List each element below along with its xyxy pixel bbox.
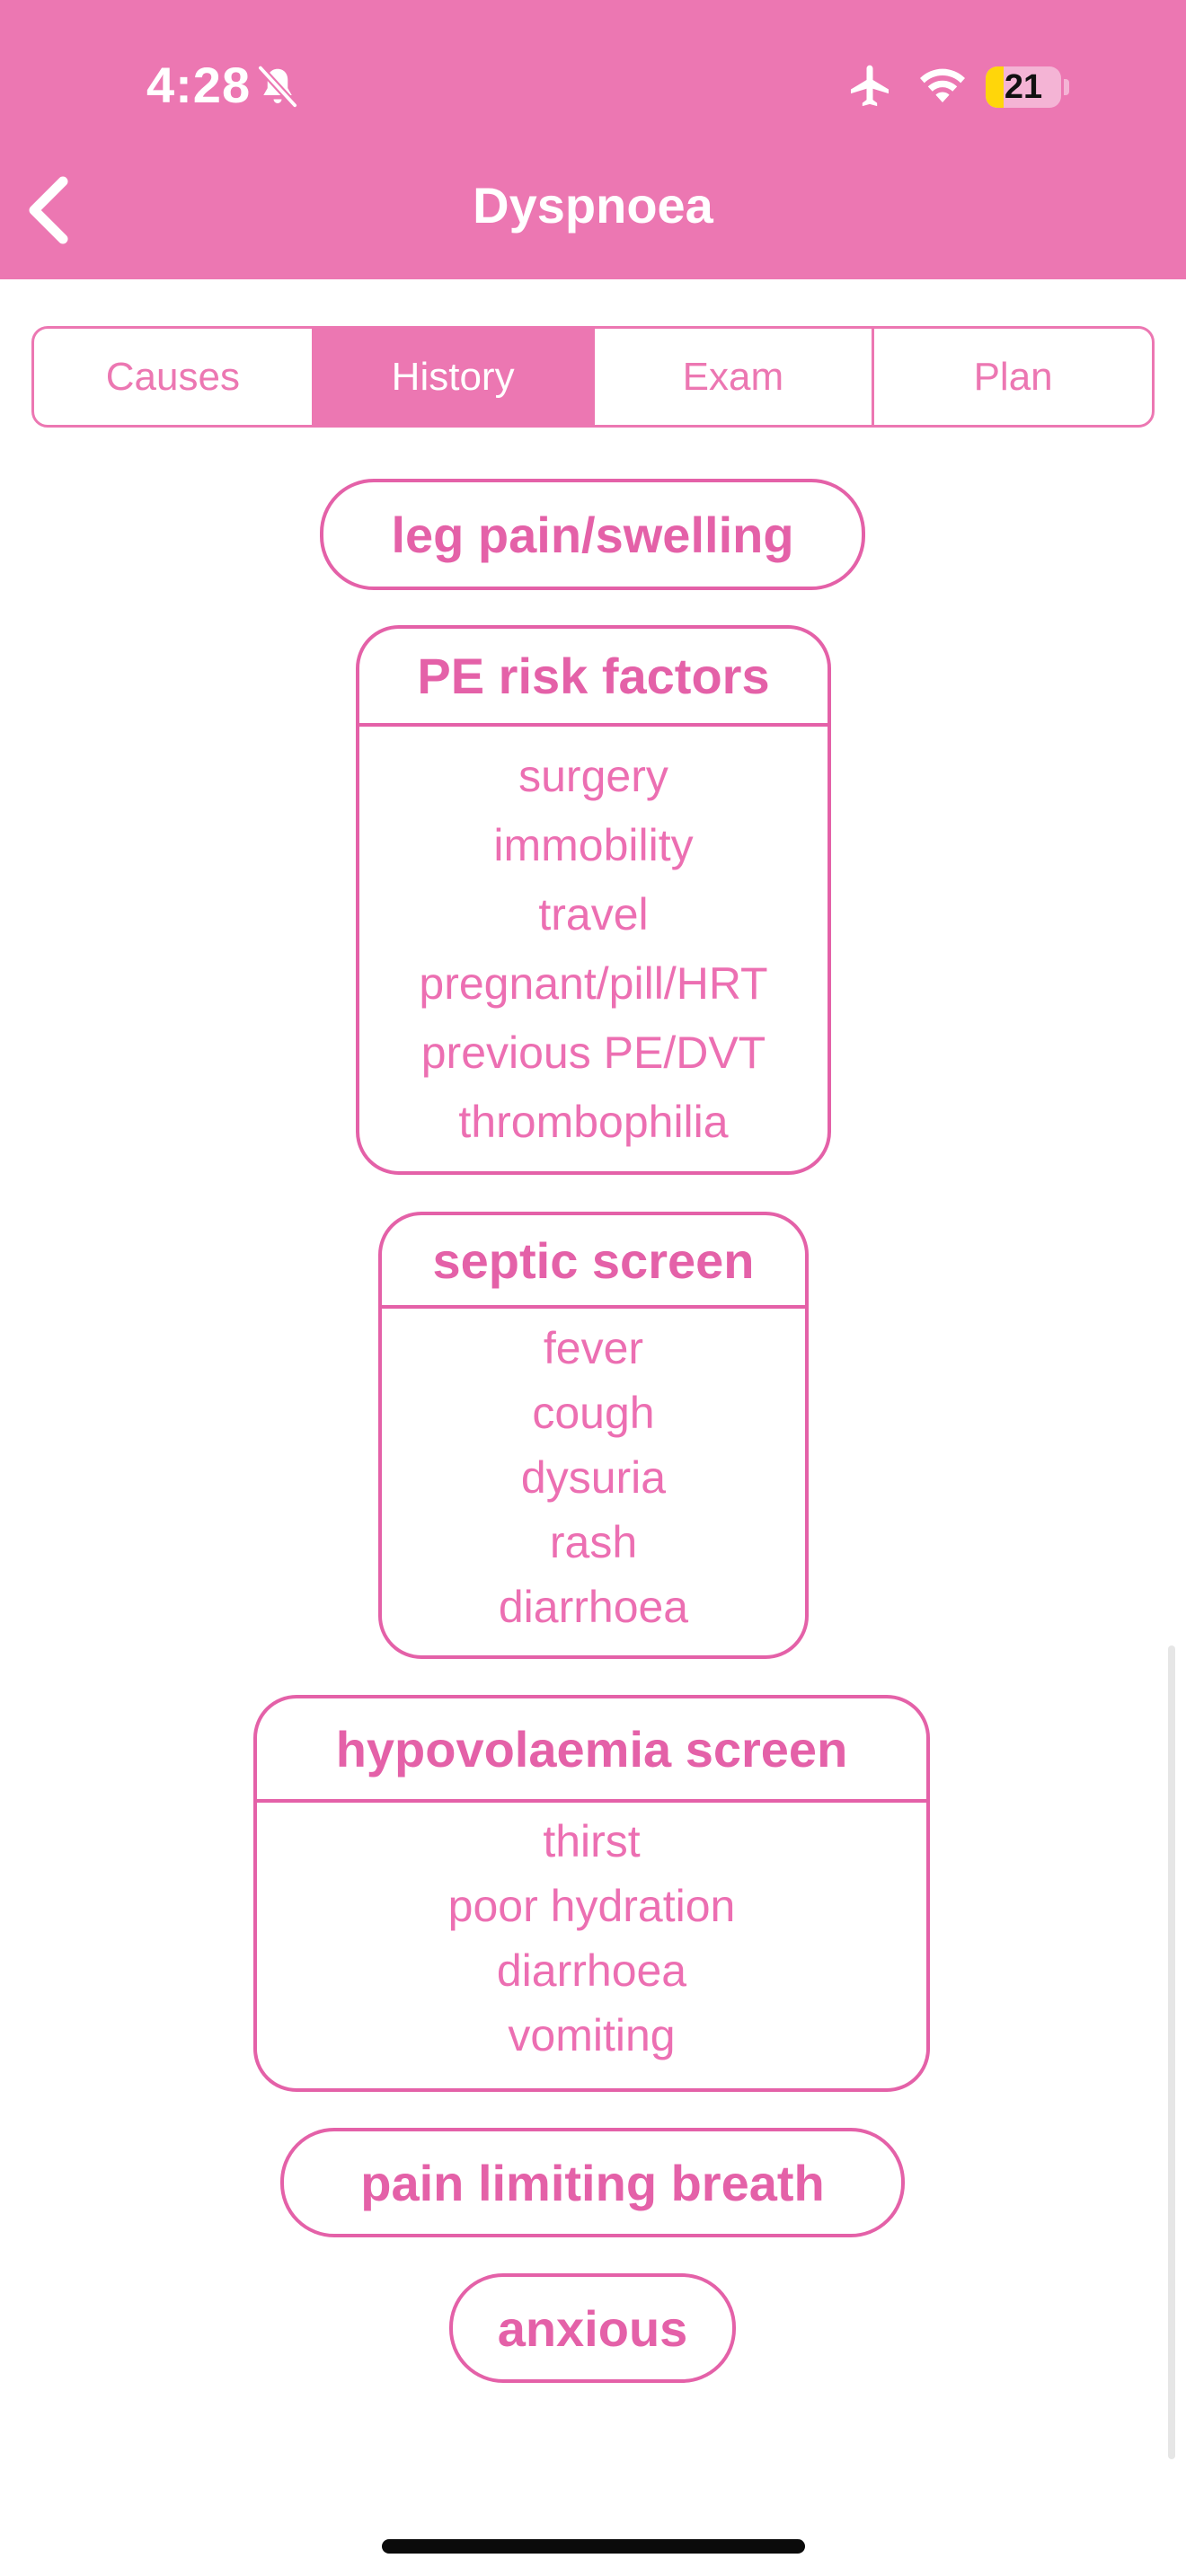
page-title: Dyspnoea (473, 177, 713, 234)
wifi-icon (920, 68, 965, 102)
anxious-pill: anxious (449, 2273, 736, 2383)
pain-limiting-breath-pill: pain limiting breath (280, 2128, 905, 2237)
tab-exam[interactable]: Exam (595, 329, 875, 425)
hypovolaemia-screen-card: hypovolaemia screen thirst poor hydratio… (253, 1695, 930, 2092)
scrollbar[interactable] (1168, 1645, 1175, 2459)
list-item: thirst (543, 1816, 641, 1866)
list-item: pregnant/pill/HRT (419, 958, 768, 1009)
tab-plan[interactable]: Plan (874, 329, 1152, 425)
airplane-icon (851, 65, 889, 107)
home-indicator[interactable] (382, 2539, 805, 2554)
leg-pain-pill: leg pain/swelling (320, 479, 865, 590)
battery-indicator: 21 (986, 66, 1061, 108)
status-time: 4:28 (146, 57, 252, 113)
pe-risk-title: PE risk factors (359, 629, 828, 727)
list-item: vomiting (508, 2010, 676, 2060)
list-item: dysuria (520, 1452, 667, 1503)
list-item: thrombophilia (458, 1097, 729, 1147)
pe-risk-card: PE risk factors surgery immobility trave… (356, 625, 831, 1175)
list-item: cough (532, 1388, 655, 1438)
segmented-tabs: Causes History Exam Plan (31, 326, 1155, 428)
list-item: diarrhoea (496, 1945, 687, 1996)
tab-history[interactable]: History (314, 329, 595, 425)
list-item: fever (543, 1323, 644, 1373)
list-item: rash (549, 1517, 638, 1567)
septic-screen-title: septic screen (382, 1215, 805, 1309)
list-item: immobility (493, 820, 694, 870)
list-item: travel (538, 889, 649, 940)
list-item: surgery (518, 751, 668, 801)
tab-causes[interactable]: Causes (34, 329, 314, 425)
hypovolaemia-screen-title: hypovolaemia screen (257, 1698, 926, 1803)
header: 4:28 21 Dyspnoea (0, 0, 1186, 279)
list-item: previous PE/DVT (420, 1028, 766, 1078)
battery-level: 21 (1004, 67, 1043, 106)
septic-screen-card: septic screen fever cough dysuria rash d… (378, 1212, 809, 1659)
bell-off-icon (256, 64, 299, 110)
list-item: poor hydration (447, 1881, 736, 1931)
list-item: diarrhoea (498, 1582, 689, 1632)
battery-nub (1064, 79, 1069, 95)
app-screen: 4:28 21 Dyspnoea Causes History Exam Pla… (0, 0, 1186, 2576)
